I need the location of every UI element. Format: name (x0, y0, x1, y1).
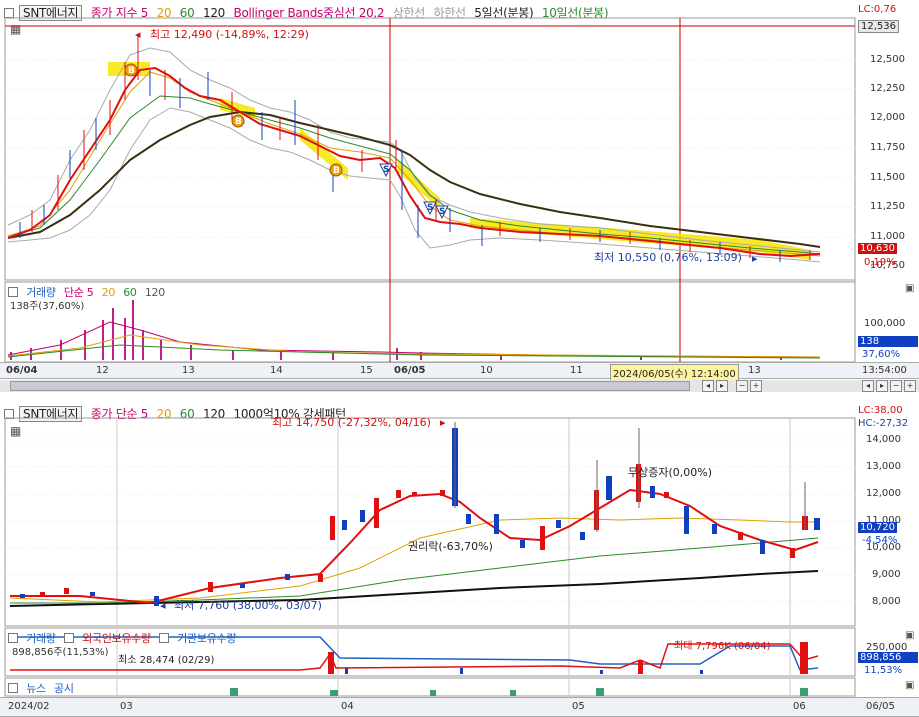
date-tick: 12 (96, 365, 109, 376)
date-tick: 06/04 (6, 365, 38, 376)
intraday-chart-panel[interactable]: SNT에너지 종가 지수 5 20 60 120 Bollinger Bands… (0, 0, 919, 392)
daily-date-axis: 2024/02 03 04 05 06 06/05 (0, 697, 919, 717)
intraday-date-axis: 06/04 12 13 14 15 06/05 10 11 13 2024/06… (0, 362, 919, 381)
intraday-min-label: 최저 10,550 (0,76%, 13:09) (594, 251, 742, 264)
price-tick: 8,000 (872, 596, 901, 607)
volume-ma[interactable]: 60 (123, 286, 137, 299)
date-tick: 10 (480, 365, 493, 376)
nav-plus-icon[interactable]: + (904, 380, 916, 392)
date-tick: 11 (570, 365, 583, 376)
checkbox-icon[interactable] (159, 633, 170, 643)
intraday-scrollbar[interactable]: ◂ ▸ − + ◂ ▸ − + (0, 380, 919, 392)
svg-text:▸: ▸ (440, 416, 446, 429)
price-tick: 11,500 (870, 172, 905, 183)
holding-current-badge: 898,856 (858, 652, 918, 663)
volume-current-pct: 37,60% (862, 349, 901, 360)
volume-current-badge: 138 (858, 336, 918, 347)
zoom-out-icon[interactable]: − (736, 380, 748, 392)
holding-value-label: 898,856주(11,53%) (12, 647, 109, 658)
price-tick: 12,000 (866, 488, 901, 499)
bonus-issue-annotation: 무상증자(0,00%) (628, 466, 712, 479)
holding-title[interactable]: 기관보유수량 (177, 632, 236, 645)
date-tick: 06/05 (866, 701, 895, 712)
holding-max-label: 최대 7,796K (06/04) (674, 641, 771, 652)
checkbox-icon[interactable] (63, 633, 74, 643)
expand-icon[interactable]: ▣ (905, 630, 914, 641)
checkbox-icon[interactable] (8, 287, 18, 297)
price-tick: 13,000 (866, 461, 901, 472)
price-tick: 11,750 (870, 142, 905, 153)
price-tick: 11,000 (870, 231, 905, 242)
cursor-datetime-badge: 2024/06/05(수) 12:14:00 (610, 364, 739, 381)
volume-ma[interactable]: 20 (102, 286, 116, 299)
sell-signal: S (427, 203, 433, 213)
price-tick: 11,250 (870, 201, 905, 212)
checkbox-icon[interactable] (8, 683, 18, 693)
cursor-price-badge: 12,536 (858, 20, 899, 33)
svg-text:▸: ▸ (752, 252, 758, 265)
date-tick: 06 (793, 701, 806, 712)
svg-text:◂: ◂ (160, 599, 166, 612)
scroll-left-icon[interactable]: ◂ (702, 380, 714, 392)
buy-signal: B (235, 117, 242, 127)
checkbox-icon[interactable] (8, 633, 18, 643)
date-tick: 13 (748, 365, 761, 376)
news-tab[interactable]: 뉴스 (26, 682, 46, 695)
volume-ma[interactable]: 120 (145, 286, 165, 299)
svg-text:◂: ◂ (135, 28, 141, 41)
holding-min-label: 최소 28,474 (02/29) (118, 655, 215, 666)
price-tick: 14,000 (866, 434, 901, 445)
date-tick: 15 (360, 365, 373, 376)
current-price-badge: 10,630 (858, 243, 897, 254)
date-tick: 14 (270, 365, 283, 376)
buy-signal: B (333, 166, 340, 176)
daily-price-chart[interactable]: 최고 14,750 (-27,32%, 04/16) ▸ 최저 7,760 (3… (0, 398, 919, 717)
intraday-price-chart[interactable]: B B B S S S 최고 12,490 (-14,89%, 12:29) ◂… (0, 0, 919, 392)
disclosure-tab[interactable]: 공시 (54, 682, 74, 695)
expand-icon[interactable]: ▣ (905, 680, 914, 691)
expand-icon[interactable]: ▣ (905, 283, 914, 294)
news-header: 뉴스 공시 (8, 680, 79, 696)
date-tick: 04 (341, 701, 354, 712)
ex-rights-annotation: 권리락(-63,70%) (408, 540, 493, 553)
daily-current-change: -4,54% (862, 535, 898, 546)
nav-minus-icon[interactable]: − (890, 380, 902, 392)
price-tick: 9,000 (872, 569, 901, 580)
sell-signal: S (383, 165, 389, 175)
date-tick: 13 (182, 365, 195, 376)
current-change-label: 0,19% (864, 257, 896, 268)
volume-tick: 100,000 (864, 318, 906, 329)
holding-current-pct: 11,53% (864, 665, 903, 676)
buy-signal: B (128, 66, 135, 76)
nav-end-icon[interactable]: ▸ (876, 380, 888, 392)
date-tick: 03 (120, 701, 133, 712)
volume-value-label: 138주(37,60%) (10, 301, 85, 312)
scroll-right-icon[interactable]: ▸ (716, 380, 728, 392)
sell-signal: S (439, 207, 445, 217)
daily-min-label: 최저 7,760 (38,00%, 03/07) (174, 599, 322, 612)
zoom-in-icon[interactable]: + (750, 380, 762, 392)
daily-current-price-badge: 10,720 (858, 522, 897, 533)
time-display: 13:54:00 (862, 365, 907, 376)
daily-max-label: 최고 14,750 (-27,32%, 04/16) (272, 416, 431, 429)
price-tick: 12,000 (870, 112, 905, 123)
price-tick: 12,500 (870, 54, 905, 65)
price-tick: 12,250 (870, 83, 905, 94)
daily-chart-panel[interactable]: SNT에너지 종가 단순 5 20 60 120 1000억10% 강세패턴 ▦… (0, 398, 919, 717)
date-tick: 06/05 (394, 365, 426, 376)
nav-start-icon[interactable]: ◂ (862, 380, 874, 392)
date-tick: 05 (572, 701, 585, 712)
scrollbar-thumb[interactable] (10, 381, 690, 391)
date-tick: 2024/02 (8, 701, 50, 712)
intraday-max-label: 최고 12,490 (-14,89%, 12:29) (150, 28, 309, 41)
